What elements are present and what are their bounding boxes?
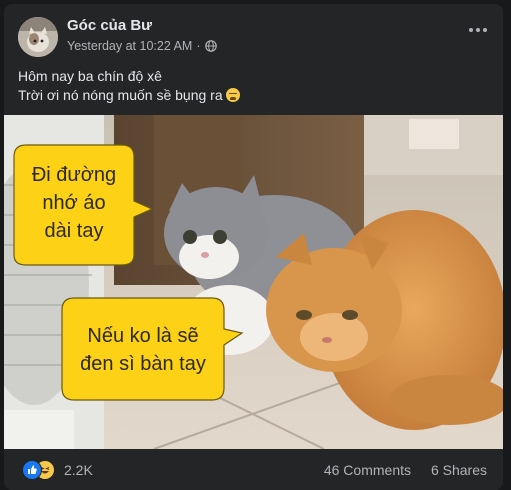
comments-count[interactable]: 46 Comments xyxy=(324,462,411,478)
bubble-bottom-text: Nếu ko là sẽ đen sì bàn tay xyxy=(66,322,220,378)
bubble-line: Nếu ko là sẽ xyxy=(87,325,199,347)
caption-line: Trời ơi nó nóng muốn sề bụng ra xyxy=(18,87,223,103)
post-timestamp[interactable]: Yesterday at 10:22 AM xyxy=(67,39,192,53)
more-horizontal-icon[interactable] xyxy=(467,24,489,36)
reaction-icons[interactable] xyxy=(22,460,58,480)
avatar[interactable] xyxy=(18,17,58,57)
author-name[interactable]: Góc của Bư xyxy=(67,17,152,34)
bubble-line: dài tay xyxy=(44,220,104,242)
bubble-line: đen sì bàn tay xyxy=(80,353,206,375)
post-card: Góc của Bư Yesterday at 10:22 AM · Hôm n… xyxy=(4,4,503,490)
shares-count[interactable]: 6 Shares xyxy=(431,462,487,478)
globe-icon[interactable] xyxy=(204,40,217,52)
bubble-line: Đi đường xyxy=(31,164,117,186)
bubble-line: nhớ áo xyxy=(42,192,106,214)
post-footer: 2.2K 46 Comments 6 Shares xyxy=(4,449,503,490)
avatar-image xyxy=(18,17,58,57)
post-meta: Yesterday at 10:22 AM · xyxy=(67,39,217,53)
bubble-top-text: Đi đường nhớ áo dài tay xyxy=(18,161,130,245)
like-icon xyxy=(22,460,42,480)
tired-face-emoji xyxy=(225,88,240,102)
reaction-count[interactable]: 2.2K xyxy=(64,462,93,478)
meta-separator: · xyxy=(196,39,201,53)
caption-line-2-wrap: Trời ơi nó nóng muốn sề bụng ra xyxy=(18,86,489,105)
post-caption: Hôm nay ba chín độ xê Trời ơi nó nóng mu… xyxy=(18,67,489,105)
caption-line: Hôm nay ba chín độ xê xyxy=(18,68,162,84)
